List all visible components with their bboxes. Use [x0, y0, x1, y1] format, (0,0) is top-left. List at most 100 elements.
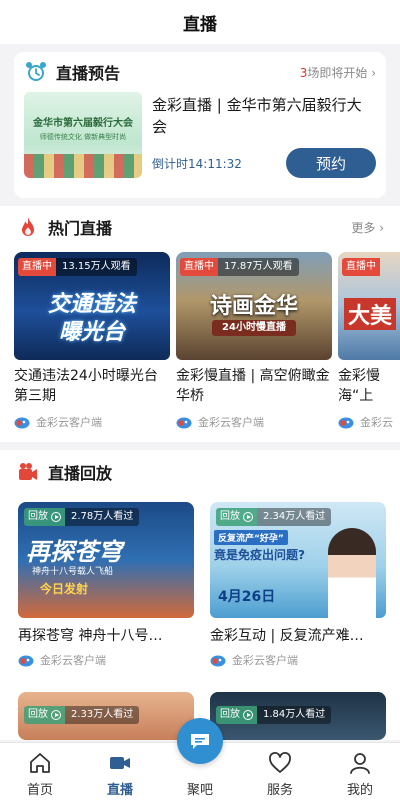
- replay-thumb-text-3: 4月26日: [218, 589, 276, 605]
- preview-info: 金彩直播 | 金华市第六届毅行大会 倒计时14:11:32 预约: [142, 92, 376, 178]
- jincai-cloud-logo-icon: [176, 417, 192, 429]
- hot-card-thumbnail: 直播中 大美: [338, 252, 400, 360]
- hot-section-header: 热门直播 更多 ›: [0, 206, 400, 248]
- live-badge-tag: 直播中: [342, 258, 380, 276]
- tab-profile-label: 我的: [346, 783, 373, 798]
- replay-card[interactable]: 回放 1.84万人看过: [210, 692, 386, 740]
- play-icon: [243, 512, 253, 522]
- live-badge: 直播中 17.87万人观看: [180, 258, 299, 276]
- live-badge: 直播中: [342, 258, 380, 276]
- preview-event-title[interactable]: 金彩直播 | 金华市第六届毅行大会: [152, 94, 376, 138]
- replay-card-thumbnail: 回放 2.78万人看过 再探苍穹 神舟十八号载人飞船 今日发射: [18, 502, 194, 618]
- play-icon: [51, 512, 61, 522]
- tab-home[interactable]: 首页: [0, 743, 80, 806]
- replay-badge-label: 回放: [28, 511, 48, 522]
- preview-thumb-decoration: [24, 154, 142, 178]
- replay-section-header: 直播回放: [0, 450, 400, 494]
- replay-badge-views: 2.33万人看过: [65, 706, 140, 724]
- hot-thumb-text-1: 诗画金华: [209, 293, 298, 319]
- preview-thumb-title: 金华市第六届毅行大会: [33, 118, 133, 129]
- replay-card[interactable]: 回放 2.34万人看过 反复流产“好孕” 竟是免疫出问题? 4月26日 金彩互动…: [210, 502, 386, 668]
- hot-section-title: 热门直播: [48, 219, 113, 238]
- replay-card-thumbnail: 回放 2.33万人看过: [18, 692, 194, 740]
- replay-badge: 回放 2.78万人看过: [24, 508, 140, 526]
- video-camera-icon: [19, 463, 37, 480]
- page-title: 直播: [183, 14, 217, 35]
- fire-icon: [22, 217, 34, 236]
- replay-thumb-text-3: 今日发射: [40, 582, 89, 596]
- preview-countdown: 倒计时14:11:32: [152, 157, 242, 171]
- live-badge-tag: 直播中: [180, 258, 218, 276]
- live-badge-tag: 直播中: [18, 258, 56, 276]
- hot-live-list[interactable]: 直播中 13.15万人观看 交通违法 曝光台 交通违法24小时曝光台第三期 金彩…: [14, 252, 400, 438]
- heart-icon: [269, 752, 291, 773]
- jincai-cloud-logo-icon: [210, 655, 226, 667]
- hot-card-source: 金彩云客户端: [176, 414, 332, 430]
- hot-card-source-text: 金彩云: [360, 416, 393, 429]
- hot-card-title: 交通违法24小时曝光台第三期: [14, 368, 158, 404]
- community-fab-button[interactable]: [177, 718, 223, 764]
- hot-live-card[interactable]: 直播中 大美 金彩慢海“上 金彩云: [338, 252, 400, 438]
- replay-card-source: 金彩云客户端: [210, 652, 386, 668]
- upcoming-count-link[interactable]: 3场即将开始 ›: [300, 64, 376, 81]
- hot-card-title: 金彩慢海“上: [338, 368, 380, 404]
- live-badge-views: 13.15万人观看: [56, 258, 137, 276]
- replay-thumb-text-2: 竟是免疫出问题?: [214, 548, 305, 562]
- preview-section-header: 直播预告 3场即将开始 ›: [14, 52, 386, 92]
- preview-body: 金华市第六届毅行大会 师德传统文化 做新典型时尚 金彩直播 | 金华市第六届毅行…: [14, 92, 386, 178]
- tab-live-label: 直播: [106, 783, 133, 798]
- jincai-cloud-logo-icon: [338, 417, 354, 429]
- preview-thumbnail[interactable]: 金华市第六届毅行大会 师德传统文化 做新典型时尚: [24, 92, 142, 178]
- tab-community-label: 聚吧: [186, 783, 213, 798]
- home-icon: [30, 753, 50, 773]
- replay-card-source: 金彩云客户端: [18, 652, 194, 668]
- replay-card-source-text: 金彩云客户端: [40, 654, 106, 667]
- replay-thumb-text-1: 再探苍穹: [26, 538, 122, 566]
- alarm-clock-icon: [26, 62, 46, 81]
- hot-thumb-text-2: 24小时慢直播: [212, 320, 296, 336]
- replay-card-thumbnail: 回放 2.34万人看过 反复流产“好孕” 竟是免疫出问题? 4月26日: [210, 502, 386, 618]
- play-icon: [51, 710, 61, 720]
- play-icon: [243, 710, 253, 720]
- hot-live-card[interactable]: 直播中 13.15万人观看 交通违法 曝光台 交通违法24小时曝光台第三期 金彩…: [14, 252, 170, 438]
- user-icon: [350, 753, 370, 774]
- hot-card-thumbnail: 直播中 17.87万人观看 诗画金华 24小时慢直播: [176, 252, 332, 360]
- replay-card-thumbnail: 回放 1.84万人看过: [210, 692, 386, 740]
- replay-card-title: 金彩互动 | 反复流产难…: [210, 628, 364, 644]
- replay-badge-label: 回放: [28, 709, 48, 720]
- preview-section-title: 直播预告: [56, 64, 121, 83]
- hot-card-source-text: 金彩云客户端: [36, 416, 102, 429]
- replay-thumb-text-2: 神舟十八号载人飞船: [32, 567, 114, 577]
- replay-badge-views: 2.34万人看过: [257, 508, 332, 526]
- hot-card-source: 金彩云客户端: [14, 414, 170, 430]
- replay-badge-views: 1.84万人看过: [257, 706, 332, 724]
- hot-live-card[interactable]: 直播中 17.87万人观看 诗画金华 24小时慢直播 金彩慢直播 | 高空俯瞰金…: [176, 252, 332, 438]
- replay-card[interactable]: 回放 2.78万人看过 再探苍穹 神舟十八号载人飞船 今日发射 再探苍穹 神舟十…: [18, 502, 194, 668]
- replay-thumb-text-1: 反复流产“好孕”: [214, 530, 288, 545]
- replay-badge-tag: 回放: [216, 508, 257, 526]
- replay-card[interactable]: 回放 2.33万人看过: [18, 692, 194, 740]
- replay-card-title: 再探苍穹 神舟十八号…: [18, 628, 163, 644]
- replay-section: 直播回放 回放 2.78万人看过 再探苍穹 神舟十八号载人飞船 今日发射 再探苍…: [0, 450, 400, 740]
- jincai-cloud-logo-icon: [14, 417, 30, 429]
- replay-badge: 回放 2.34万人看过: [216, 508, 332, 526]
- reserve-button[interactable]: 预约: [286, 148, 376, 178]
- tab-services-label: 服务: [266, 783, 293, 798]
- live-video-icon: [110, 757, 130, 769]
- upcoming-suffix: 场即将开始 ›: [307, 65, 376, 80]
- tab-services[interactable]: 服务: [240, 743, 320, 806]
- replay-badge-tag: 回放: [24, 508, 65, 526]
- live-preview-card: 直播预告 3场即将开始 › 金华市第六届毅行大会 师德传统文化 做新典型时尚 金…: [14, 52, 386, 198]
- replay-card-source-text: 金彩云客户端: [232, 654, 298, 667]
- replay-badge-tag: 回放: [216, 706, 257, 724]
- hot-thumb-text-1: 大美: [344, 298, 397, 330]
- replay-section-title: 直播回放: [48, 464, 113, 483]
- tab-live[interactable]: 直播: [80, 743, 160, 806]
- tab-profile[interactable]: 我的: [320, 743, 400, 806]
- preview-thumb-subtitle: 师德传统文化 做新典型时尚: [39, 133, 127, 141]
- replay-badge: 回放 1.84万人看过: [216, 706, 332, 724]
- live-badge-views: 17.87万人观看: [218, 258, 299, 276]
- replay-badge: 回放 2.33万人看过: [24, 706, 140, 724]
- live-badge: 直播中 13.15万人观看: [18, 258, 137, 276]
- hot-more-link[interactable]: 更多 ›: [351, 219, 384, 236]
